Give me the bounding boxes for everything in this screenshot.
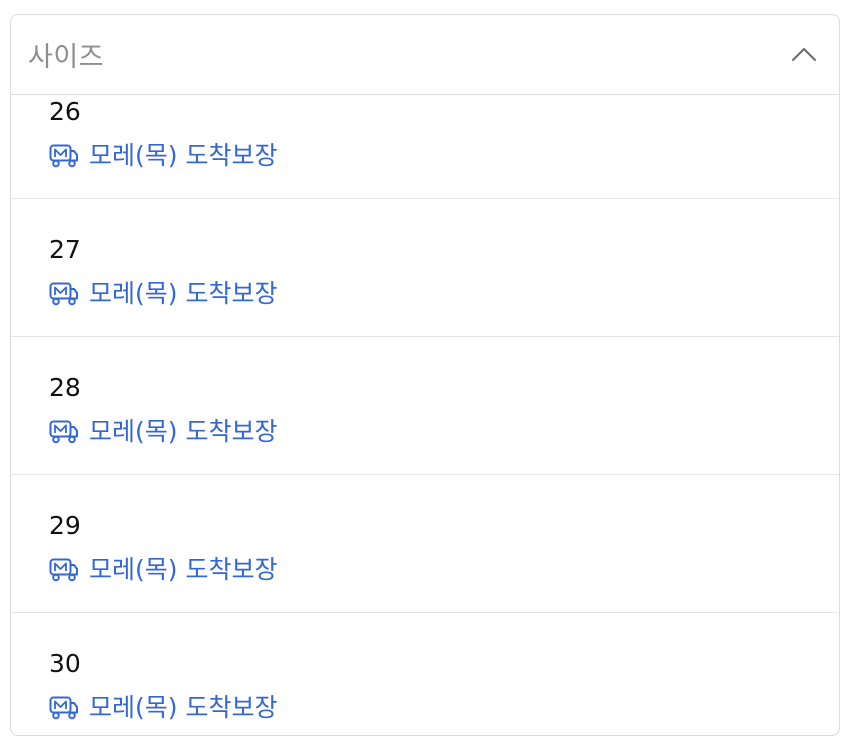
size-option-29[interactable]: 29 모레(목) 도착보장 [11, 475, 839, 613]
delivery-text: 모레(목) 도착보장 [89, 279, 278, 308]
truck-icon [49, 558, 78, 582]
delivery-info: 모레(목) 도착보장 [49, 692, 839, 724]
size-option-27[interactable]: 27 모레(목) 도착보장 [11, 199, 839, 337]
truck-icon [49, 420, 78, 444]
dropdown-label: 사이즈 [28, 42, 105, 73]
delivery-info: 모레(목) 도착보장 [49, 554, 839, 586]
delivery-info: 모레(목) 도착보장 [49, 416, 839, 448]
chevron-up-icon[interactable] [791, 42, 817, 68]
size-dropdown[interactable]: 사이즈 26 모레(목) 도착보장 27 모레(목) 도착보장 28 모레(목)… [10, 14, 840, 736]
delivery-text: 모레(목) 도착보장 [89, 141, 278, 170]
size-dropdown-header[interactable]: 사이즈 [11, 15, 839, 95]
size-value: 30 [49, 649, 81, 678]
size-value: 26 [49, 97, 81, 126]
size-value: 28 [49, 373, 81, 402]
delivery-text: 모레(목) 도착보장 [89, 555, 278, 584]
size-value: 27 [49, 235, 81, 264]
size-option-30[interactable]: 30 모레(목) 도착보장 [11, 613, 839, 735]
delivery-info: 모레(목) 도착보장 [49, 140, 839, 172]
truck-icon [49, 144, 78, 168]
truck-icon [49, 696, 78, 720]
delivery-info: 모레(목) 도착보장 [49, 278, 839, 310]
size-option-28[interactable]: 28 모레(목) 도착보장 [11, 337, 839, 475]
size-value: 29 [49, 511, 81, 540]
delivery-text: 모레(목) 도착보장 [89, 417, 278, 446]
options-list[interactable]: 26 모레(목) 도착보장 27 모레(목) 도착보장 28 모레(목) 도착보… [11, 95, 839, 735]
truck-icon [49, 282, 78, 306]
delivery-text: 모레(목) 도착보장 [89, 693, 278, 722]
size-option-26[interactable]: 26 모레(목) 도착보장 [11, 95, 839, 199]
